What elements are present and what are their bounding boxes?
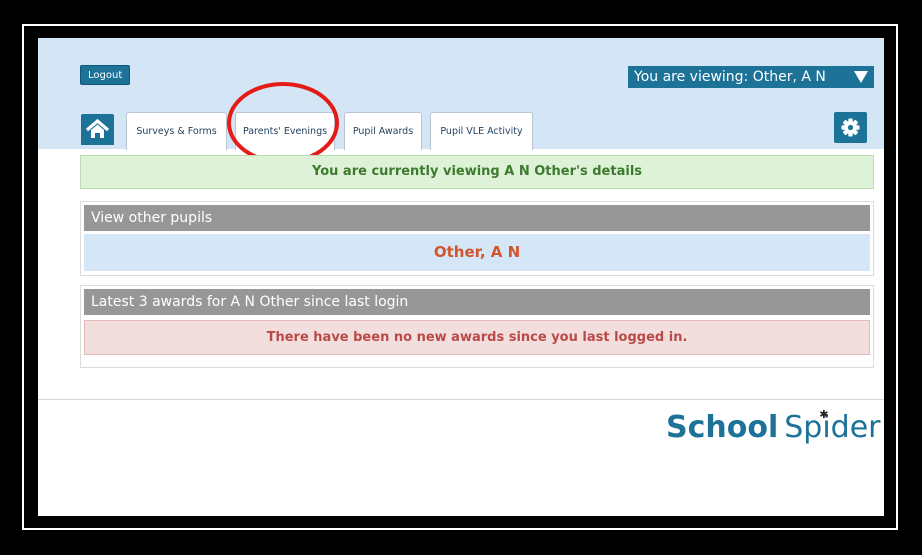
- gear-icon: [841, 118, 860, 137]
- awards-panel-title: Latest 3 awards for A N Other since last…: [84, 289, 870, 315]
- logout-button[interactable]: Logout: [80, 65, 131, 85]
- pupil-link[interactable]: Other, A N: [84, 234, 870, 271]
- settings-button[interactable]: [834, 112, 867, 143]
- pupils-panel-title: View other pupils: [84, 205, 870, 231]
- tab-surveys-forms[interactable]: Surveys & Forms: [126, 112, 227, 150]
- logo-spider-word: Spider: [784, 410, 881, 445]
- awards-panel: Latest 3 awards for A N Other since last…: [80, 285, 874, 368]
- viewing-label: You are viewing: Other, A N: [634, 69, 826, 85]
- header: Logout You are viewing: Other, A N Surve…: [38, 38, 884, 150]
- home-icon: [85, 118, 110, 138]
- pupil-selector-dropdown[interactable]: You are viewing: Other, A N: [628, 66, 874, 88]
- spider-icon: ✱: [819, 408, 829, 421]
- no-awards-message: There have been no new awards since you …: [84, 320, 870, 355]
- caret-down-icon: [854, 71, 868, 83]
- school-spider-logo: School Spider ✱: [666, 408, 881, 445]
- logo-school-text: School: [666, 410, 779, 445]
- logo-spider-text: Spider ✱: [784, 408, 881, 445]
- page: Logout You are viewing: Other, A N Surve…: [38, 38, 884, 516]
- tab-parents-evenings[interactable]: Parents' Evenings: [235, 112, 335, 150]
- pupils-panel: View other pupils Other, A N: [80, 201, 874, 276]
- footer-divider: [38, 399, 884, 400]
- tab-pupil-awards[interactable]: Pupil Awards: [344, 112, 422, 150]
- tab-pupil-vle-activity[interactable]: Pupil VLE Activity: [430, 112, 533, 150]
- home-button[interactable]: [81, 114, 114, 145]
- viewing-notice: You are currently viewing A N Other's de…: [80, 155, 874, 189]
